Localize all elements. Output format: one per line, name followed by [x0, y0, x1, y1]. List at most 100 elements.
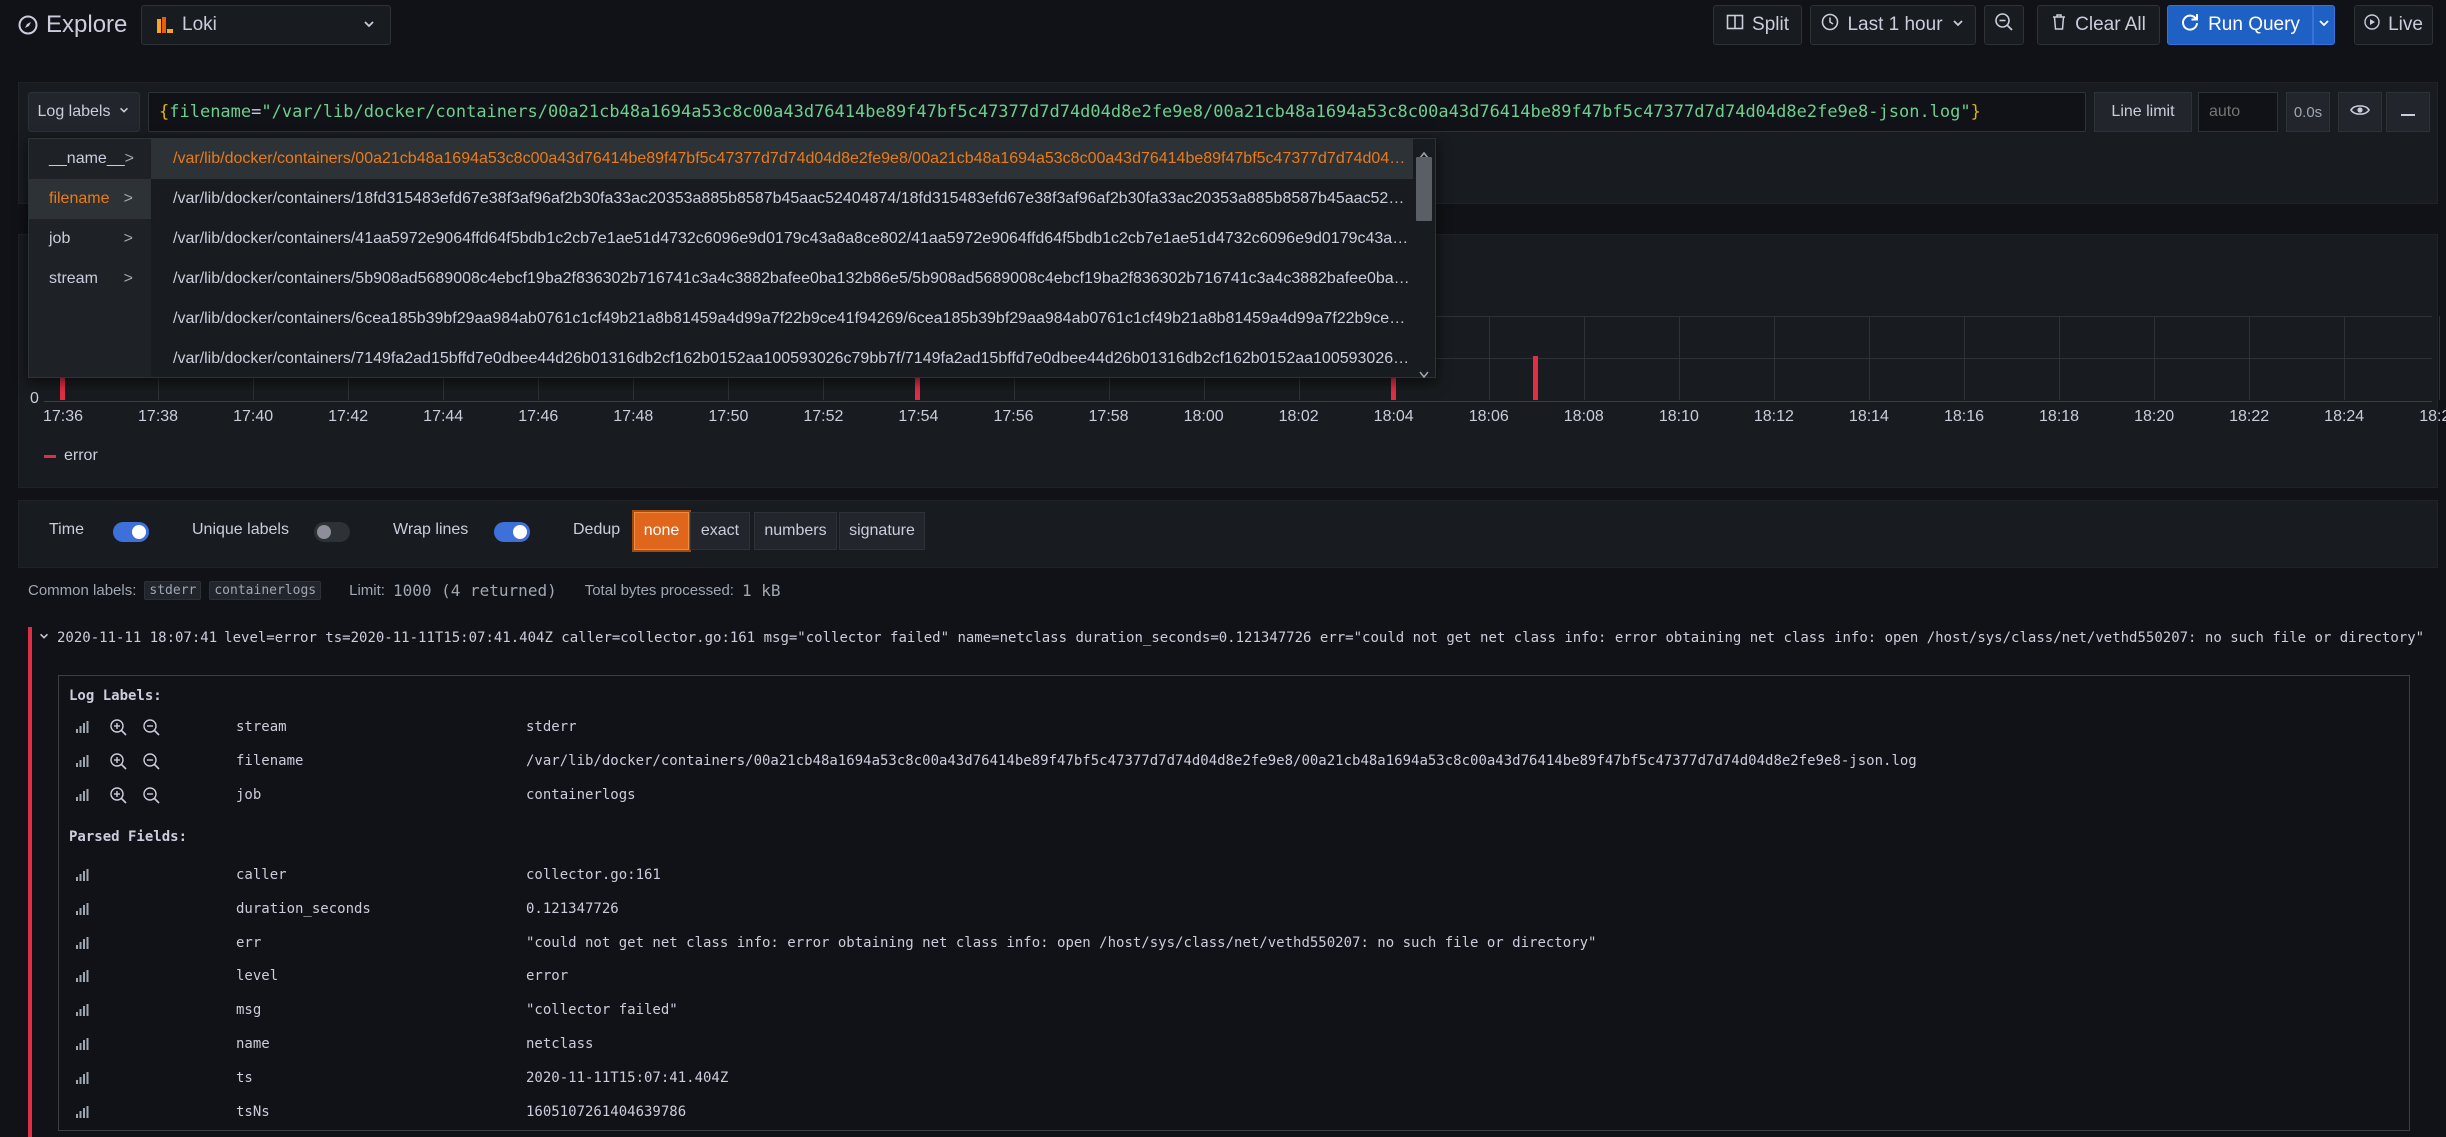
wrap-lines-toggle[interactable] — [494, 522, 530, 542]
query-field[interactable]: {filename = "/var/lib/docker/containers/00… — [148, 92, 2086, 132]
label-value-option[interactable]: /var/lib/docker/containers/41aa5972e9064… — [151, 219, 1413, 259]
parsed-field-value: collector.go:161 — [526, 867, 661, 883]
unique-labels-toggle[interactable] — [314, 522, 350, 542]
log-label-key: filename — [236, 753, 304, 769]
dedup-numbers-button[interactable]: numbers — [754, 512, 837, 550]
graph-legend[interactable]: error — [44, 447, 98, 465]
split-button[interactable]: Split — [1713, 5, 1802, 45]
minus-icon — [2400, 101, 2416, 123]
dedup-exact-button[interactable]: exact — [690, 512, 750, 550]
line-limit-input[interactable] — [2198, 92, 2278, 132]
label-option-name: stream — [49, 270, 98, 287]
chevron-down-icon — [2317, 14, 2331, 36]
log-label-key: job — [236, 787, 262, 803]
datasource-picker[interactable]: Loki — [141, 5, 391, 45]
label-value-text: /var/lib/docker/containers/5b908ad568900… — [173, 270, 1413, 287]
bytes-processed-value: 1 kB — [741, 581, 781, 600]
filter-for-value-icon[interactable] — [109, 786, 127, 808]
error-bar[interactable] — [1533, 356, 1538, 400]
filter-out-value-icon[interactable] — [142, 752, 160, 774]
filter-for-value-icon[interactable] — [109, 752, 127, 774]
stats-icon[interactable] — [75, 1071, 89, 1085]
legend-label: error — [64, 447, 98, 464]
label-value-option[interactable]: /var/lib/docker/containers/00a21cb48a169… — [151, 139, 1413, 179]
toggle-query-visibility-button[interactable] — [2338, 92, 2382, 132]
x-axis-tick-label: 18:04 — [1373, 408, 1414, 425]
stats-icon[interactable] — [75, 720, 89, 734]
log-details: Log Labels: stream stderr filename/var/lib… — [58, 675, 2410, 1131]
x-axis-tick-label: 17:58 — [1088, 408, 1129, 425]
stats-icon[interactable] — [75, 969, 89, 983]
live-button[interactable]: Live — [2354, 5, 2433, 45]
remove-query-button[interactable] — [2386, 92, 2430, 132]
stats-icon[interactable] — [75, 902, 89, 916]
label-option-name: job — [49, 230, 71, 247]
log-row[interactable]: 2020-11-11 18:07:41 level=error ts=2020-… — [38, 627, 2438, 649]
x-axis-tick-label: 18:18 — [2039, 408, 2080, 425]
legend-swatch — [44, 454, 56, 458]
parsed-field-key: duration_seconds — [236, 900, 371, 917]
stats-icon[interactable] — [75, 1037, 89, 1051]
label-option-name: filename — [49, 190, 110, 207]
time-range-picker[interactable]: Last 1 hour — [1810, 5, 1976, 45]
label-option-filename[interactable]: filename > — [29, 179, 151, 219]
label-value-text: /var/lib/docker/containers/00a21cb48a169… — [173, 150, 1413, 167]
common-label-tag: stderr — [144, 581, 202, 600]
filter-out-value-icon[interactable] — [142, 718, 160, 740]
x-axis-tick-label: 18:00 — [1183, 408, 1224, 425]
log-label-row: job containerlogs — [59, 778, 2409, 812]
label-option-stream[interactable]: stream > — [29, 259, 151, 299]
run-query-options-button[interactable] — [2313, 5, 2335, 45]
x-axis-tick-label: 17:50 — [708, 408, 749, 425]
zoom-out-button[interactable] — [1984, 5, 2024, 45]
wrap-lines-toggle-label: Wrap lines — [393, 521, 469, 538]
loki-logo-icon — [156, 15, 174, 35]
dedup-signature-button[interactable]: signature — [839, 512, 925, 550]
scrollbar-track[interactable] — [1413, 139, 1435, 379]
log-label-value: /var/lib/docker/containers/00a21cb48a169… — [526, 753, 1917, 769]
parsed-field-value: 2020-11-11T15:07:41.404Z — [526, 1069, 729, 1086]
stats-icon[interactable] — [75, 754, 89, 768]
chevron-down-icon[interactable] — [38, 630, 50, 646]
filter-out-value-icon[interactable] — [142, 786, 160, 808]
clear-all-button[interactable]: Clear All — [2037, 5, 2160, 45]
x-axis-tick-label: 18:06 — [1468, 408, 1509, 425]
label-value-option[interactable]: /var/lib/docker/containers/5b908ad568900… — [151, 259, 1413, 299]
parsed-field-row: level error — [59, 959, 2409, 993]
x-axis-tick-label: 17:40 — [233, 408, 274, 425]
datasource-name: Loki — [182, 14, 217, 35]
query-time: 0.0s — [2286, 92, 2330, 132]
stats-icon[interactable] — [75, 788, 89, 802]
parsed-field-value: 0.121347726 — [526, 900, 619, 917]
scrollbar-thumb[interactable] — [1416, 157, 1432, 221]
clock-icon — [1821, 13, 1839, 37]
log-label-value: stderr — [526, 719, 577, 735]
top-bar: Explore Loki Split Last 1 hour Clear All… — [0, 0, 2446, 52]
time-toggle[interactable] — [113, 522, 149, 542]
x-axis-tick-label: 17:44 — [423, 408, 464, 425]
label-value-option[interactable]: /var/lib/docker/containers/18fd315483efd… — [151, 179, 1413, 219]
trash-icon — [2051, 13, 2067, 37]
log-label-row: filename/var/lib/docker/containers/00a21… — [59, 744, 2409, 778]
stats-icon[interactable] — [75, 1003, 89, 1017]
dedup-none-button[interactable]: none — [634, 512, 689, 550]
label-list: __name__ > filename > job > stream > — [29, 139, 151, 377]
scroll-down-icon[interactable] — [1419, 363, 1429, 385]
run-query-button[interactable]: Run Query — [2167, 5, 2313, 45]
label-value-list: /var/lib/docker/containers/00a21cb48a169… — [151, 139, 1435, 377]
label-value-option[interactable]: /var/lib/docker/containers/6cea185b39bf2… — [151, 299, 1413, 339]
label-value-option[interactable]: /var/lib/docker/containers/7149fa2ad15bf… — [151, 339, 1413, 379]
stats-icon[interactable] — [75, 936, 89, 950]
log-level-bar — [28, 627, 32, 1137]
stats-icon[interactable] — [75, 868, 89, 882]
log-labels-button[interactable]: Log labels — [28, 92, 140, 132]
filter-for-value-icon[interactable] — [109, 718, 127, 740]
label-option-name[interactable]: __name__ > — [29, 139, 151, 179]
x-axis-tick-label: 17:38 — [138, 408, 179, 425]
stats-icon[interactable] — [75, 1105, 89, 1119]
chevron-right-icon: > — [123, 270, 133, 287]
label-option-job[interactable]: job > — [29, 219, 151, 259]
label-browser: __name__ > filename > job > stream > /var/lib/d… — [28, 138, 1436, 379]
parsed-field-value: "collector failed" — [526, 1002, 678, 1019]
log-line: level=error ts=2020-11-11T15:07:41.404Z … — [224, 630, 2425, 646]
